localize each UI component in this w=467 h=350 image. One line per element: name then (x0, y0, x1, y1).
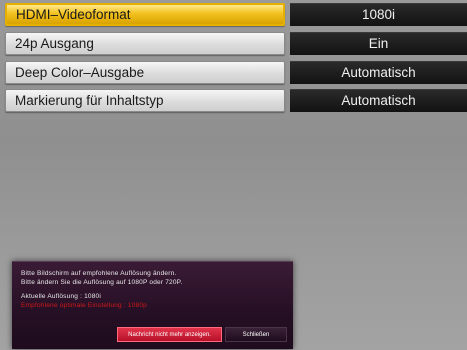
setting-label[interactable]: HDMI–Videoformat (5, 3, 285, 26)
recommended-resolution-text: Empfohlene optimale Einstellung : 1080p (21, 302, 147, 309)
resolution-warning-dialog: Bitte Bildschirm auf empfohlene Auflösun… (12, 261, 293, 349)
current-resolution-text: Aktuelle Auflösung : 1080i (21, 293, 102, 300)
setting-value[interactable]: 1080i (290, 3, 467, 26)
setting-value[interactable]: Ein (290, 32, 467, 55)
setting-value[interactable]: Automatisch (290, 89, 467, 112)
setting-row-hdmi-videoformat[interactable]: HDMI–Videoformat 1080i (0, 2, 467, 27)
dont-show-again-button[interactable]: Nachricht nicht mehr anzeigen. (117, 327, 222, 342)
close-button[interactable]: Schließen (225, 327, 287, 342)
setting-label[interactable]: Markierung für Inhaltstyp (5, 89, 285, 112)
setting-label[interactable]: 24p Ausgang (5, 32, 285, 55)
setting-value[interactable]: Automatisch (290, 61, 467, 84)
dialog-message-line1: Bitte Bildschirm auf empfohlene Auflösun… (21, 270, 177, 277)
dialog-message-line2: Bitte ändern Sie die Auflösung auf 1080P… (21, 279, 183, 286)
setting-row-deep-color[interactable]: Deep Color–Ausgabe Automatisch (0, 60, 467, 85)
setting-row-inhaltstyp[interactable]: Markierung für Inhaltstyp Automatisch (0, 88, 467, 113)
setting-row-24p-ausgang[interactable]: 24p Ausgang Ein (0, 31, 467, 56)
setting-label[interactable]: Deep Color–Ausgabe (5, 61, 285, 84)
